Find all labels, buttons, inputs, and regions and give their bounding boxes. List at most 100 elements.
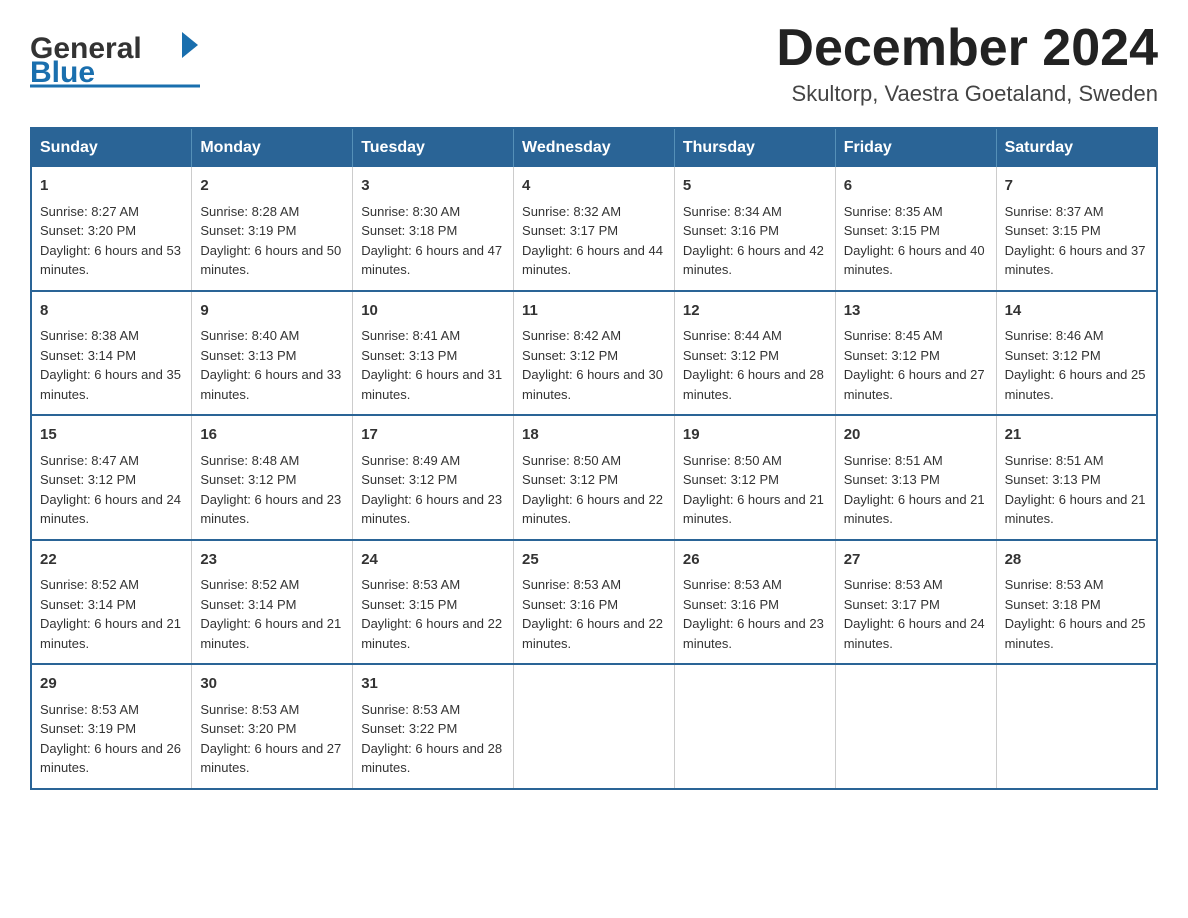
calendar-cell: 6 Sunrise: 8:35 AM Sunset: 3:15 PM Dayli… [835,167,996,291]
sunset-text: Sunset: 3:13 PM [844,472,940,487]
day-number: 10 [361,300,505,323]
calendar-table: Sunday Monday Tuesday Wednesday Thursday… [30,127,1158,790]
sunset-text: Sunset: 3:18 PM [1005,597,1101,612]
col-header-thursday: Thursday [674,128,835,167]
daylight-text: Daylight: 6 hours and 24 minutes. [844,616,985,651]
daylight-text: Daylight: 6 hours and 23 minutes. [683,616,824,651]
title-section: December 2024 Skultorp, Vaestra Goetalan… [776,20,1158,107]
sunset-text: Sunset: 3:12 PM [683,348,779,363]
daylight-text: Daylight: 6 hours and 35 minutes. [40,367,181,402]
sunset-text: Sunset: 3:14 PM [200,597,296,612]
calendar-cell: 19 Sunrise: 8:50 AM Sunset: 3:12 PM Dayl… [674,415,835,540]
daylight-text: Daylight: 6 hours and 25 minutes. [1005,616,1146,651]
calendar-cell: 20 Sunrise: 8:51 AM Sunset: 3:13 PM Dayl… [835,415,996,540]
daylight-text: Daylight: 6 hours and 22 minutes. [361,616,502,651]
sunrise-text: Sunrise: 8:38 AM [40,328,139,343]
daylight-text: Daylight: 6 hours and 23 minutes. [200,492,341,527]
day-number: 12 [683,300,827,323]
calendar-cell: 15 Sunrise: 8:47 AM Sunset: 3:12 PM Dayl… [31,415,192,540]
calendar-cell: 9 Sunrise: 8:40 AM Sunset: 3:13 PM Dayli… [192,291,353,416]
day-number: 5 [683,175,827,198]
sunrise-text: Sunrise: 8:35 AM [844,204,943,219]
day-number: 19 [683,424,827,447]
day-number: 18 [522,424,666,447]
sunrise-text: Sunrise: 8:28 AM [200,204,299,219]
sunset-text: Sunset: 3:18 PM [361,223,457,238]
sunset-text: Sunset: 3:13 PM [200,348,296,363]
sunset-text: Sunset: 3:15 PM [1005,223,1101,238]
page-header: General Blue December 2024 Skultorp, Vae… [30,20,1158,107]
sunrise-text: Sunrise: 8:53 AM [683,577,782,592]
day-number: 24 [361,549,505,572]
day-number: 6 [844,175,988,198]
day-number: 9 [200,300,344,323]
daylight-text: Daylight: 6 hours and 30 minutes. [522,367,663,402]
day-number: 17 [361,424,505,447]
sunrise-text: Sunrise: 8:51 AM [1005,453,1104,468]
sunrise-text: Sunrise: 8:51 AM [844,453,943,468]
daylight-text: Daylight: 6 hours and 21 minutes. [40,616,181,651]
calendar-cell: 3 Sunrise: 8:30 AM Sunset: 3:18 PM Dayli… [353,167,514,291]
daylight-text: Daylight: 6 hours and 26 minutes. [40,741,181,776]
day-number: 7 [1005,175,1148,198]
sunrise-text: Sunrise: 8:53 AM [844,577,943,592]
sunset-text: Sunset: 3:16 PM [683,597,779,612]
day-number: 28 [1005,549,1148,572]
logo: General Blue [30,20,210,90]
calendar-cell: 28 Sunrise: 8:53 AM Sunset: 3:18 PM Dayl… [996,540,1157,665]
sunrise-text: Sunrise: 8:40 AM [200,328,299,343]
sunset-text: Sunset: 3:16 PM [522,597,618,612]
day-number: 4 [522,175,666,198]
col-header-friday: Friday [835,128,996,167]
calendar-cell: 4 Sunrise: 8:32 AM Sunset: 3:17 PM Dayli… [514,167,675,291]
calendar-cell: 23 Sunrise: 8:52 AM Sunset: 3:14 PM Dayl… [192,540,353,665]
day-number: 13 [844,300,988,323]
calendar-cell: 25 Sunrise: 8:53 AM Sunset: 3:16 PM Dayl… [514,540,675,665]
sunrise-text: Sunrise: 8:53 AM [361,702,460,717]
col-header-wednesday: Wednesday [514,128,675,167]
day-number: 30 [200,673,344,696]
day-number: 26 [683,549,827,572]
day-number: 8 [40,300,183,323]
sunset-text: Sunset: 3:20 PM [40,223,136,238]
day-number: 29 [40,673,183,696]
day-number: 25 [522,549,666,572]
sunrise-text: Sunrise: 8:45 AM [844,328,943,343]
day-number: 21 [1005,424,1148,447]
daylight-text: Daylight: 6 hours and 21 minutes. [844,492,985,527]
sunset-text: Sunset: 3:12 PM [200,472,296,487]
sunrise-text: Sunrise: 8:53 AM [40,702,139,717]
daylight-text: Daylight: 6 hours and 28 minutes. [361,741,502,776]
sunrise-text: Sunrise: 8:27 AM [40,204,139,219]
calendar-cell: 1 Sunrise: 8:27 AM Sunset: 3:20 PM Dayli… [31,167,192,291]
calendar-cell: 18 Sunrise: 8:50 AM Sunset: 3:12 PM Dayl… [514,415,675,540]
daylight-text: Daylight: 6 hours and 27 minutes. [200,741,341,776]
sunrise-text: Sunrise: 8:53 AM [522,577,621,592]
calendar-week-1: 1 Sunrise: 8:27 AM Sunset: 3:20 PM Dayli… [31,167,1157,291]
sunrise-text: Sunrise: 8:53 AM [200,702,299,717]
day-number: 14 [1005,300,1148,323]
sunrise-text: Sunrise: 8:49 AM [361,453,460,468]
calendar-cell [996,664,1157,789]
daylight-text: Daylight: 6 hours and 23 minutes. [361,492,502,527]
sunrise-text: Sunrise: 8:50 AM [522,453,621,468]
calendar-cell [514,664,675,789]
calendar-week-5: 29 Sunrise: 8:53 AM Sunset: 3:19 PM Dayl… [31,664,1157,789]
calendar-header-row: Sunday Monday Tuesday Wednesday Thursday… [31,128,1157,167]
calendar-cell: 14 Sunrise: 8:46 AM Sunset: 3:12 PM Dayl… [996,291,1157,416]
sunset-text: Sunset: 3:15 PM [844,223,940,238]
sunset-text: Sunset: 3:13 PM [1005,472,1101,487]
daylight-text: Daylight: 6 hours and 22 minutes. [522,616,663,651]
daylight-text: Daylight: 6 hours and 40 minutes. [844,243,985,278]
sunrise-text: Sunrise: 8:44 AM [683,328,782,343]
daylight-text: Daylight: 6 hours and 27 minutes. [844,367,985,402]
daylight-text: Daylight: 6 hours and 21 minutes. [683,492,824,527]
sunset-text: Sunset: 3:19 PM [200,223,296,238]
calendar-cell [674,664,835,789]
day-number: 15 [40,424,183,447]
svg-text:Blue: Blue [30,56,95,89]
sunrise-text: Sunrise: 8:37 AM [1005,204,1104,219]
calendar-week-3: 15 Sunrise: 8:47 AM Sunset: 3:12 PM Dayl… [31,415,1157,540]
daylight-text: Daylight: 6 hours and 37 minutes. [1005,243,1146,278]
daylight-text: Daylight: 6 hours and 21 minutes. [1005,492,1146,527]
